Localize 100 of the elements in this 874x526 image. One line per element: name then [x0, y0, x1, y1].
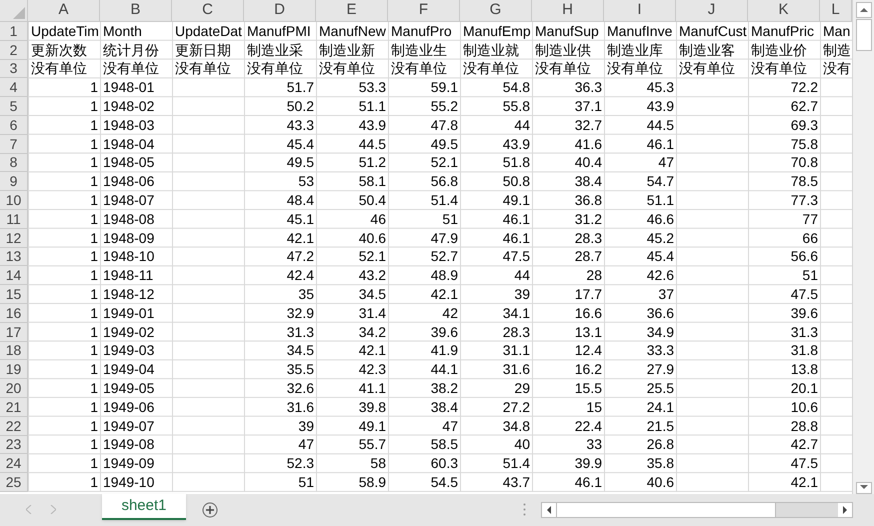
row-header[interactable]: 16 — [0, 304, 28, 323]
row-header[interactable]: 9 — [0, 172, 28, 192]
table-cell: 56.8 — [430, 174, 458, 188]
sheet-tab[interactable]: sheet1 — [102, 494, 186, 520]
table-cell: 31.8 — [790, 343, 818, 358]
scroll-up-icon[interactable] — [856, 2, 872, 18]
column-header[interactable]: L — [820, 0, 852, 22]
add-sheet-icon[interactable] — [202, 502, 218, 518]
row-header[interactable]: 23 — [0, 436, 28, 454]
vertical-scrollbar[interactable] — [852, 0, 874, 494]
scrollbar-thumb[interactable] — [856, 19, 872, 51]
table-cell: 47.9 — [430, 230, 458, 245]
table-cell: 统计月份 — [103, 42, 159, 57]
row-header[interactable]: 5 — [0, 97, 28, 116]
table-cell: 1 — [90, 99, 98, 114]
table-cell: 44.5 — [646, 118, 674, 132]
table-cell: 制造业新 — [319, 42, 375, 57]
table-cell: 10.6 — [790, 400, 818, 414]
table-cell: 制造业库 — [607, 42, 663, 57]
row-header[interactable]: 11 — [0, 210, 28, 229]
row-header[interactable]: 6 — [0, 116, 28, 135]
scrollbar-thumb[interactable] — [556, 503, 776, 517]
row-header[interactable]: 8 — [0, 154, 28, 172]
table-cell: 32.9 — [286, 306, 314, 320]
column-header[interactable]: J — [676, 0, 748, 22]
table-cell: 1 — [90, 437, 98, 452]
table-cell: 36.6 — [646, 306, 674, 320]
table-cell: 44 — [514, 268, 530, 282]
row-header[interactable]: 4 — [0, 78, 28, 98]
column-header[interactable]: I — [604, 0, 676, 22]
row-header[interactable]: 12 — [0, 228, 28, 248]
table-cell: 39.6 — [790, 306, 818, 320]
table-cell: 1 — [90, 418, 98, 433]
splitter-handle-icon[interactable] — [523, 503, 526, 516]
table-cell: 42.1 — [286, 230, 314, 245]
column-header[interactable]: D — [244, 0, 316, 22]
horizontal-scrollbar[interactable] — [541, 502, 853, 518]
row-header[interactable]: 1 — [0, 22, 28, 41]
table-cell: 59.1 — [430, 80, 458, 94]
column-header[interactable]: C — [172, 0, 244, 22]
table-cell: 39.9 — [574, 456, 602, 470]
table-cell: 51.4 — [502, 456, 530, 470]
row-header[interactable]: 17 — [0, 322, 28, 342]
table-cell: 56.6 — [790, 249, 818, 264]
table-cell: 1948-01 — [103, 80, 154, 94]
table-cell: 38.2 — [430, 381, 458, 396]
table-cell: ManufSup — [535, 24, 599, 38]
table-cell: 1949-05 — [103, 381, 154, 396]
row-header[interactable]: 25 — [0, 473, 28, 492]
table-cell: 51.8 — [502, 155, 530, 170]
table-cell: 34.8 — [502, 418, 530, 433]
table-cell: 42.3 — [358, 362, 386, 376]
row-header[interactable]: 14 — [0, 266, 28, 286]
column-header[interactable]: F — [388, 0, 460, 22]
column-header[interactable]: B — [100, 0, 172, 22]
row-header[interactable]: 18 — [0, 342, 28, 360]
table-cell: 52.7 — [430, 249, 458, 264]
column-header[interactable]: H — [532, 0, 604, 22]
table-cell: 35.5 — [286, 362, 314, 376]
next-sheet-icon[interactable] — [50, 505, 56, 514]
column-header[interactable]: G — [460, 0, 532, 22]
row-header[interactable]: 2 — [0, 40, 28, 60]
row-header[interactable]: 21 — [0, 398, 28, 417]
column-header[interactable]: E — [316, 0, 388, 22]
scroll-right-icon[interactable] — [838, 503, 852, 517]
row-header[interactable]: 22 — [0, 416, 28, 436]
select-all-triangle-icon[interactable] — [13, 7, 25, 19]
row-header[interactable]: 3 — [0, 60, 28, 78]
table-cell: 51.7 — [286, 80, 314, 94]
table-cell: 15 — [586, 400, 602, 414]
table-cell: 51 — [298, 475, 314, 490]
column-header[interactable]: A — [28, 0, 100, 22]
table-cell: 制造业客 — [679, 42, 735, 57]
row-header[interactable]: 13 — [0, 248, 28, 266]
table-cell: 22.4 — [574, 418, 602, 433]
table-cell: 43.7 — [502, 475, 530, 490]
row-header[interactable]: 19 — [0, 360, 28, 380]
scroll-down-icon[interactable] — [856, 482, 872, 494]
previous-sheet-icon[interactable] — [26, 505, 32, 514]
table-cell: 28.3 — [574, 230, 602, 245]
column-header[interactable]: K — [748, 0, 820, 22]
row-header[interactable]: 7 — [0, 134, 28, 154]
table-cell: 1949-09 — [103, 456, 154, 470]
row-header[interactable]: 24 — [0, 454, 28, 474]
table-cell: 1948-03 — [103, 118, 154, 132]
table-cell: ManufEmp — [463, 24, 531, 38]
row-header[interactable]: 20 — [0, 379, 28, 398]
table-cell: 40.6 — [646, 475, 674, 490]
scroll-left-icon[interactable] — [542, 503, 556, 517]
table-cell: 42.1 — [790, 475, 818, 490]
table-cell: 1 — [90, 212, 98, 226]
row-header[interactable]: 10 — [0, 191, 28, 210]
row-header[interactable]: 15 — [0, 285, 28, 304]
table-cell: 1949-02 — [103, 324, 154, 339]
table-cell: Man — [823, 24, 850, 38]
table-cell: 34.5 — [286, 343, 314, 358]
table-cell: 47.5 — [502, 249, 530, 264]
table-cell: ManufPMI — [247, 24, 311, 38]
table-cell: 42.1 — [358, 343, 386, 358]
table-cell: 没有 — [823, 61, 851, 76]
